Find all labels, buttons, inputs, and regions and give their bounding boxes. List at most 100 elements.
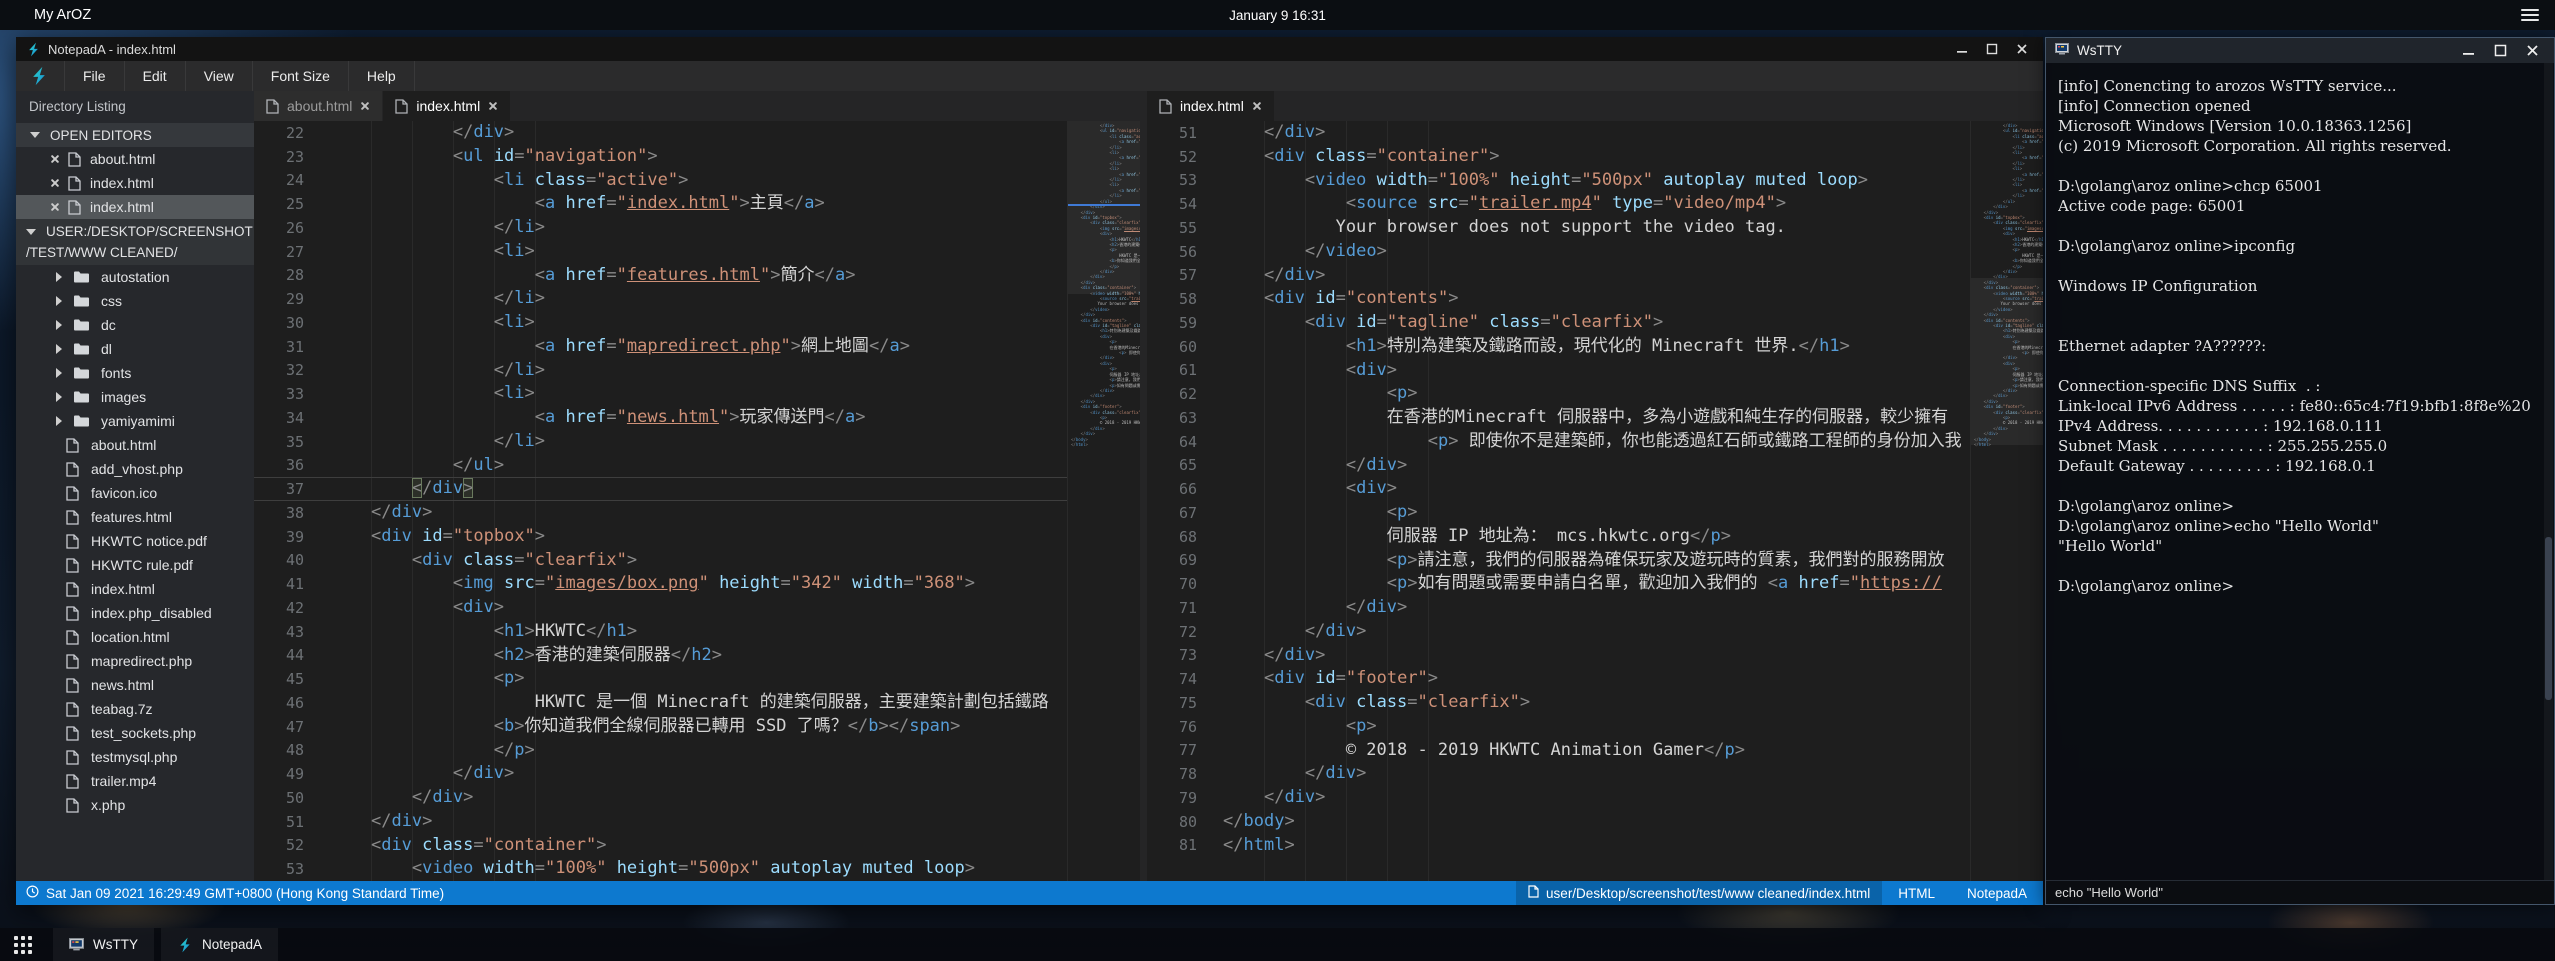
code-line[interactable]: 80</body>	[1147, 810, 1970, 834]
close-icon[interactable]	[50, 178, 60, 188]
menu-help[interactable]: Help	[348, 61, 415, 91]
sidebar-folder-fonts[interactable]: fonts	[16, 361, 254, 385]
code-line[interactable]: 39 <div id="topbox">	[254, 525, 1067, 549]
menu-file[interactable]: File	[64, 61, 124, 91]
maximize-button[interactable]	[1985, 42, 1999, 56]
code-line[interactable]: 64 <p> 即使你不是建築師，你也能透過紅石師或鐵路工程師的身份加入我	[1147, 430, 1970, 454]
chevron-right-icon[interactable]	[56, 296, 62, 306]
minimap-viewport[interactable]	[1068, 121, 1140, 294]
open-editors-section[interactable]: OPEN EDITORS	[16, 123, 254, 147]
code-line[interactable]: 27 <li>	[254, 240, 1067, 264]
code-line[interactable]: 53 <video width="100%" height="500px" au…	[254, 857, 1067, 881]
code-line[interactable]: 60 <h1>特別為建築及鐵路而設，現代化的 Minecraft 世界.</h1…	[1147, 335, 1970, 359]
minimap[interactable]: </div> <ul id="navigation"> <li class="a…	[1067, 121, 1140, 881]
code-line[interactable]: 45 <p>	[254, 667, 1067, 691]
chevron-right-icon[interactable]	[56, 392, 62, 402]
chevron-down-icon[interactable]	[26, 229, 36, 235]
code-line[interactable]: 30 <li>	[254, 311, 1067, 335]
code-line[interactable]: 40 <div class="clearfix">	[254, 549, 1067, 573]
open-editor-item[interactable]: about.html	[16, 147, 254, 171]
code-line[interactable]: 66 <div>	[1147, 477, 1970, 501]
notepada-titlebar[interactable]: NotepadA - index.html	[16, 37, 2043, 61]
code-line[interactable]: 49 </div>	[254, 762, 1067, 786]
code-line[interactable]: 76 <p>	[1147, 715, 1970, 739]
sidebar-file-about.html[interactable]: about.html	[16, 433, 254, 457]
sidebar-folder-images[interactable]: images	[16, 385, 254, 409]
code-line[interactable]: 28 <a href="features.html">簡介</a>	[254, 264, 1067, 288]
menu-font-size[interactable]: Font Size	[252, 61, 348, 91]
code-line[interactable]: 48 </p>	[254, 739, 1067, 763]
code-line[interactable]: 68 伺服器 IP 地址為： mcs.hkwtc.org</p>	[1147, 525, 1970, 549]
tab-about.html[interactable]: about.html	[254, 91, 382, 121]
code-line[interactable]: 75 <div class="clearfix">	[1147, 691, 1970, 715]
code-line[interactable]: 41 <img src="images/box.png" height="342…	[254, 572, 1067, 596]
sidebar-file-features.html[interactable]: features.html	[16, 505, 254, 529]
sidebar-file-x.php[interactable]: x.php	[16, 793, 254, 817]
app-launcher-button[interactable]	[0, 928, 46, 961]
taskbar-item-notepada[interactable]: NotepadA	[161, 928, 278, 961]
minimize-button[interactable]	[2461, 44, 2475, 58]
code-line[interactable]: 65 </div>	[1147, 454, 1970, 478]
code-line[interactable]: 77 © 2018 - 2019 HKWTC Animation Gamer</…	[1147, 739, 1970, 763]
code-line[interactable]: 69 <p>請注意，我們的伺服器為確保玩家及遊玩時的質素，我們對的服務開放	[1147, 549, 1970, 573]
code-line[interactable]: 32 </li>	[254, 359, 1067, 383]
wstty-titlebar[interactable]: WsTTY	[2046, 38, 2554, 63]
code-line[interactable]: 58 <div id="contents">	[1147, 287, 1970, 311]
code-line[interactable]: 31 <a href="mapredirect.php">網上地圖</a>	[254, 335, 1067, 359]
chevron-right-icon[interactable]	[56, 272, 62, 282]
terminal-output[interactable]: [info] Conencting to arozos WsTTY servic…	[2046, 63, 2544, 880]
close-icon[interactable]	[50, 154, 60, 164]
sidebar-file-index.html[interactable]: index.html	[16, 577, 254, 601]
chevron-right-icon[interactable]	[56, 416, 62, 426]
pane-divider[interactable]	[1140, 91, 1147, 881]
sidebar-folder-yamiyamimi[interactable]: yamiyamimi	[16, 409, 254, 433]
minimize-button[interactable]	[1955, 42, 1969, 56]
code-line[interactable]: 44 <h2>香港的建築伺服器</h2>	[254, 644, 1067, 668]
minimap[interactable]: </div> <ul id="navigation"> <li class="a…	[1970, 121, 2043, 881]
chevron-right-icon[interactable]	[56, 344, 62, 354]
code-line[interactable]: 36 </ul>	[254, 454, 1067, 478]
sidebar-file-location.html[interactable]: location.html	[16, 625, 254, 649]
code-line[interactable]: 43 <h1>HKWTC</h1>	[254, 620, 1067, 644]
code-line[interactable]: 46 HKWTC 是一個 Minecraft 的建築伺服器，主要建築計劃包括鐵路	[254, 691, 1067, 715]
code-line[interactable]: 78 </div>	[1147, 762, 1970, 786]
sidebar-file-index.php_disabled[interactable]: index.php_disabled	[16, 601, 254, 625]
open-editor-item[interactable]: index.html	[16, 195, 254, 219]
terminal-scrollbar[interactable]	[2544, 63, 2553, 880]
code-line[interactable]: 33 <li>	[254, 382, 1067, 406]
close-icon[interactable]	[50, 202, 60, 212]
workspace-root-item[interactable]: USER:/DESKTOP/SCREENSHOT /TEST/WWW CLEAN…	[16, 219, 254, 265]
sidebar-file-HKWTC rule.pdf[interactable]: HKWTC rule.pdf	[16, 553, 254, 577]
code-line[interactable]: 23 <ul id="navigation">	[254, 145, 1067, 169]
sidebar-file-news.html[interactable]: news.html	[16, 673, 254, 697]
code-line[interactable]: 61 <div>	[1147, 359, 1970, 383]
code-line[interactable]: 38 </div>	[254, 501, 1067, 525]
open-editor-item[interactable]: index.html	[16, 171, 254, 195]
sidebar-file-add_vhost.php[interactable]: add_vhost.php	[16, 457, 254, 481]
sidebar-file-testmysql.php[interactable]: testmysql.php	[16, 745, 254, 769]
menu-view[interactable]: View	[185, 61, 252, 91]
sidebar-folder-dc[interactable]: dc	[16, 313, 254, 337]
code-line[interactable]: 67 <p>	[1147, 501, 1970, 525]
code-line[interactable]: 70 <p>如有問題或需要申請白名單，歡迎加入我們的 <a href="http…	[1147, 572, 1970, 596]
close-tab-icon[interactable]	[488, 101, 498, 111]
code-line[interactable]: 24 <li class="active">	[254, 169, 1067, 193]
code-line[interactable]: 26 </li>	[254, 216, 1067, 240]
code-line[interactable]: 53 <video width="100%" height="500px" au…	[1147, 169, 1970, 193]
close-tab-icon[interactable]	[360, 101, 370, 111]
code-line[interactable]: 50 </div>	[254, 786, 1067, 810]
code-line[interactable]: 59 <div id="tagline" class="clearfix">	[1147, 311, 1970, 335]
code-line[interactable]: 34 <a href="news.html">玩家傳送門</a>	[254, 406, 1067, 430]
tab-index.html[interactable]: index.html	[383, 91, 510, 121]
sidebar-file-test_sockets.php[interactable]: test_sockets.php	[16, 721, 254, 745]
chevron-right-icon[interactable]	[56, 368, 62, 378]
file-path-chip[interactable]: user/Desktop/screenshot/test/www cleaned…	[1516, 881, 1882, 905]
close-button[interactable]	[2015, 42, 2029, 56]
code-line[interactable]: 52 <div class="container">	[254, 834, 1067, 858]
code-line[interactable]: 79 </div>	[1147, 786, 1970, 810]
sidebar-file-mapredirect.php[interactable]: mapredirect.php	[16, 649, 254, 673]
close-button[interactable]	[2525, 44, 2539, 58]
code-line[interactable]: 52 <div class="container">	[1147, 145, 1970, 169]
code-line[interactable]: 63 在香港的Minecraft 伺服器中，多為小遊戲和純生存的伺服器，較少擁有	[1147, 406, 1970, 430]
sidebar-file-HKWTC notice.pdf[interactable]: HKWTC notice.pdf	[16, 529, 254, 553]
